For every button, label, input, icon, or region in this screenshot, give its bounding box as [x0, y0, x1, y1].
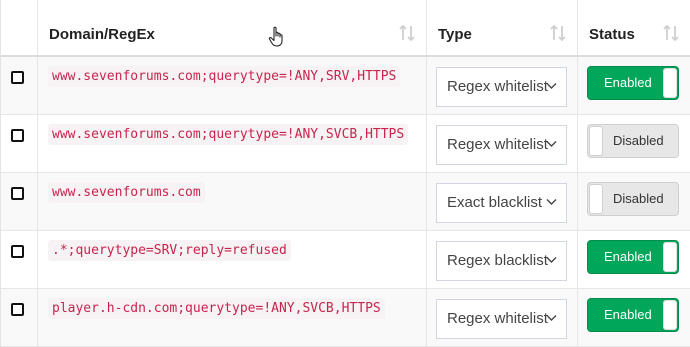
domain-regex-value: www.sevenforums.com;querytype=!ANY,SVCB,… — [48, 124, 409, 145]
toggle-knob — [663, 68, 677, 98]
status-toggle[interactable]: Disabled — [587, 182, 679, 216]
column-header-domain-label: Domain/RegEx — [49, 26, 155, 43]
status-toggle[interactable]: Enabled — [587, 298, 679, 332]
column-header-type[interactable]: Type — [427, 0, 578, 55]
status-toggle-label: Enabled — [604, 75, 652, 90]
table-row[interactable]: .*;querytype=SRV;reply=refused Regex bla… — [1, 231, 690, 289]
hand-pointer-cursor-icon — [268, 26, 283, 47]
column-header-domain[interactable]: Domain/RegEx — [38, 0, 427, 55]
header-checkbox-cell — [1, 0, 38, 55]
status-toggle-label: Disabled — [613, 191, 664, 206]
type-select[interactable]: Regex whitelist — [436, 67, 567, 107]
type-select[interactable]: Regex blacklist — [436, 241, 567, 281]
type-select[interactable]: Regex whitelist — [436, 125, 567, 165]
chevron-down-icon — [546, 257, 557, 263]
type-select-value: Regex blacklist — [447, 252, 548, 269]
domain-regex-value: .*;querytype=SRV;reply=refused — [48, 240, 291, 261]
status-toggle-label: Disabled — [613, 133, 664, 148]
table-row[interactable]: www.sevenforums.com;querytype=!ANY,SVCB,… — [1, 115, 690, 173]
row-select-checkbox[interactable] — [11, 245, 24, 258]
column-header-status-label: Status — [589, 26, 635, 43]
chevron-down-icon — [546, 141, 557, 147]
row-select-checkbox[interactable] — [11, 187, 24, 200]
row-select-checkbox[interactable] — [11, 303, 24, 316]
toggle-knob — [589, 126, 603, 156]
row-select-checkbox[interactable] — [11, 71, 24, 84]
chevron-down-icon — [546, 83, 557, 89]
type-select[interactable]: Exact blacklist — [436, 183, 567, 223]
sort-icon[interactable] — [399, 24, 415, 42]
domain-regex-value: player.h-cdn.com;querytype=!ANY,SVCB,HTT… — [48, 298, 385, 319]
table-header: Domain/RegEx Type Status — [1, 0, 690, 57]
table-row[interactable]: player.h-cdn.com;querytype=!ANY,SVCB,HTT… — [1, 289, 690, 347]
status-toggle[interactable]: Enabled — [587, 240, 679, 274]
type-select-value: Exact blacklist — [447, 194, 543, 211]
table-row[interactable]: www.sevenforums.com Exact blacklist Disa… — [1, 173, 690, 231]
type-select-value: Regex whitelist — [447, 310, 548, 327]
status-toggle[interactable]: Disabled — [587, 124, 679, 158]
chevron-down-icon — [546, 315, 557, 321]
domain-list-table: Domain/RegEx Type Status www.sevenforums… — [0, 0, 690, 347]
domain-regex-value: www.sevenforums.com — [48, 182, 205, 203]
status-toggle-label: Enabled — [604, 249, 652, 264]
toggle-knob — [663, 300, 677, 330]
sort-icon[interactable] — [550, 24, 566, 42]
row-select-checkbox[interactable] — [11, 129, 24, 142]
chevron-down-icon — [546, 199, 557, 205]
toggle-knob — [663, 242, 677, 272]
column-header-status[interactable]: Status — [578, 0, 690, 55]
domain-regex-value: www.sevenforums.com;querytype=!ANY,SRV,H… — [48, 66, 401, 87]
type-select-value: Regex whitelist — [447, 136, 548, 153]
toggle-knob — [589, 184, 603, 214]
column-header-type-label: Type — [438, 26, 472, 43]
type-select-value: Regex whitelist — [447, 78, 548, 95]
table-row[interactable]: www.sevenforums.com;querytype=!ANY,SRV,H… — [1, 57, 690, 115]
sort-icon[interactable] — [663, 24, 679, 42]
status-toggle-label: Enabled — [604, 307, 652, 322]
status-toggle[interactable]: Enabled — [587, 66, 679, 100]
type-select[interactable]: Regex whitelist — [436, 299, 567, 339]
